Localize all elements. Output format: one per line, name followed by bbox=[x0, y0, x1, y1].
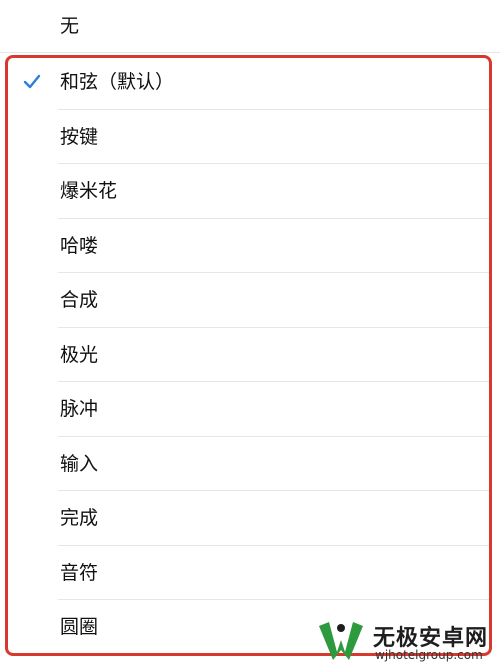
option-none[interactable]: 无 bbox=[0, 0, 500, 53]
ringtone-picker-page: 无 和弦（默认） 按键 爆米花 哈喽 合成 极光 脉冲 输入 完成 音符 圆圈 … bbox=[0, 0, 500, 667]
highlight-annotation-box bbox=[5, 55, 492, 656]
wm-logo-icon bbox=[319, 622, 363, 660]
watermark: 无极安卓网 wjhotelgroup.com bbox=[315, 618, 500, 667]
watermark-url: wjhotelgroup.com bbox=[375, 648, 483, 662]
option-none-label: 无 bbox=[60, 15, 80, 37]
